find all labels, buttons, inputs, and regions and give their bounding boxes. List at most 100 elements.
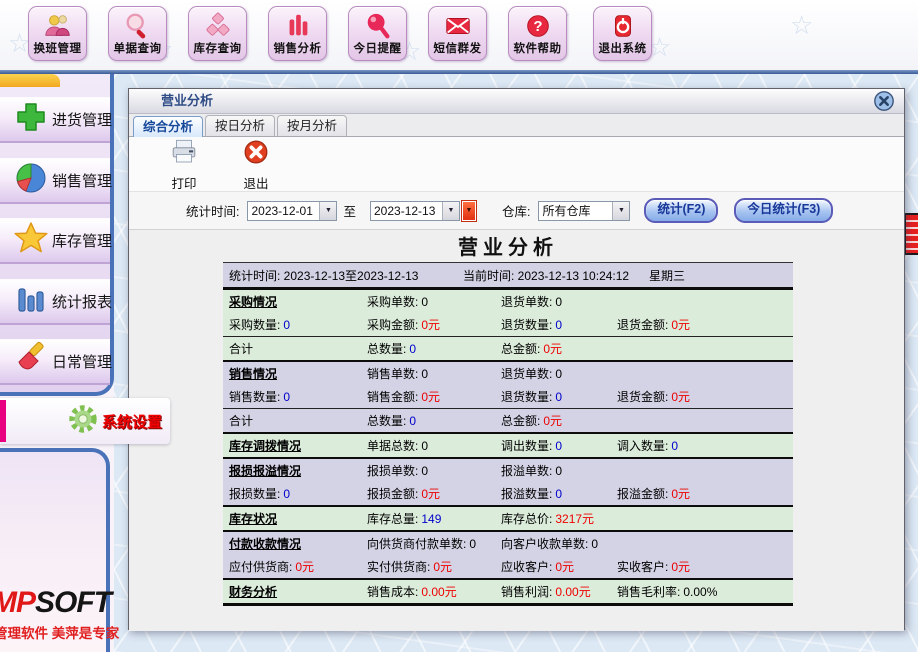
dialog-content: 营业分析 统计时间: 2023-12-13至2023-12-13 当前时间: 2…	[129, 230, 904, 631]
cell-value: 0元	[421, 388, 440, 405]
quit-button[interactable]: 退出	[225, 137, 287, 192]
sidebar-item-statistics-reports[interactable]: 统计报表	[0, 279, 110, 325]
cell-value: 0元	[543, 412, 562, 429]
svg-text:?: ?	[533, 18, 542, 35]
date-from-combo[interactable]: 2023-12-01 ▼	[247, 201, 337, 221]
toolbar-button-shift-management[interactable]: 换班管理	[28, 6, 87, 61]
cell-label: 合计	[229, 412, 253, 429]
tab-monthly-analysis[interactable]: 按月分析	[277, 115, 347, 136]
toolbar-button-sms-broadcast[interactable]: 短信群发	[428, 6, 487, 61]
warehouse-combo[interactable]: 所有仓库 ▼	[538, 201, 630, 221]
tab-daily-analysis[interactable]: 按日分析	[205, 115, 275, 136]
stat-time-label: 统计时间:	[186, 201, 239, 220]
report-period: 统计时间: 2023-12-13至2023-12-13	[223, 267, 463, 284]
stat-f2-button[interactable]: 统计(F2)	[644, 198, 718, 223]
toolbar-button-receipt-query[interactable]: 单据查询	[108, 6, 167, 61]
sidebar-item-sales-management[interactable]: 销售管理	[0, 158, 110, 204]
table-cell: 采购情况	[223, 293, 367, 310]
toolbar-button-software-help[interactable]: ?软件帮助	[508, 6, 567, 61]
report-weekday: 星期三	[649, 267, 793, 284]
cell-label: 采购金额:	[367, 316, 418, 333]
close-icon[interactable]	[873, 90, 895, 112]
cell-label: 总数量:	[367, 340, 406, 357]
table-cell: 实收客户:0元	[617, 558, 793, 575]
print-button[interactable]: 打印	[153, 137, 215, 192]
cell-value: 0	[421, 464, 428, 478]
cell-value: 0	[555, 295, 562, 309]
cell-label: 向供货商付款单数:	[367, 535, 466, 552]
chevron-down-icon[interactable]: ▼	[319, 202, 336, 220]
bars-icon	[283, 9, 313, 42]
toolbar-button-inventory-query[interactable]: 库存查询	[188, 6, 247, 61]
table-cell: 报损单数:0	[367, 462, 501, 479]
tool-button-label: 打印	[171, 173, 196, 192]
cell-label: 退货金额:	[617, 316, 668, 333]
sidebar-item-system-settings[interactable]: 系统设置	[0, 398, 170, 444]
date-dropdown-red-button[interactable]: ▼	[462, 201, 476, 221]
table-cell: 合计	[223, 340, 367, 357]
toolbar-button-label: 单据查询	[114, 42, 162, 57]
cell-label: 退货数量:	[501, 316, 552, 333]
table-row: 库存调拨情况单据总数:0调出数量:0调入数量:0	[223, 434, 793, 457]
cell-label: 退货金额:	[617, 388, 668, 405]
cell-label: 应收客户:	[501, 558, 552, 575]
cell-label: 总金额:	[501, 412, 540, 429]
sidebar-item-daily-management[interactable]: 日常管理	[0, 339, 110, 385]
cell-value: 0元	[555, 558, 574, 575]
table-cell: 应付供货商:0元	[223, 558, 367, 575]
brush-icon	[0, 341, 49, 382]
cell-label: 退货单数:	[501, 293, 552, 310]
dialog-tab-bar: 综合分析按日分析按月分析	[129, 114, 904, 137]
table-cell: 向供货商付款单数:0	[367, 535, 501, 552]
warehouse-value: 所有仓库	[539, 202, 612, 219]
table-cell: 总金额:0元	[501, 340, 617, 357]
table-row: 采购情况采购单数:0退货单数:0	[223, 290, 793, 313]
power-icon	[608, 9, 638, 42]
report-section: 付款收款情况向供货商付款单数:0向客户收款单数:0应付供货商:0元实付供货商:0…	[223, 532, 793, 580]
section-title: 库存调拨情况	[229, 437, 301, 454]
today-stat-f3-button[interactable]: 今日统计(F3)	[734, 198, 833, 223]
table-row: 销售数量:0销售金额:0元退货数量:0退货金额:0元	[223, 385, 793, 408]
sidebar-item-purchase-management[interactable]: 进货管理	[0, 97, 110, 143]
table-cell: 报损数量:0	[223, 485, 367, 502]
table-cell: 报溢金额:0元	[617, 485, 793, 502]
clipped-red-window-edge[interactable]	[904, 213, 918, 255]
magnifier-icon	[123, 9, 153, 42]
table-cell: 调入数量:0	[617, 437, 793, 454]
business-analysis-report: 营业分析 统计时间: 2023-12-13至2023-12-13 当前时间: 2…	[223, 234, 793, 606]
sidebar-item-inventory-management[interactable]: 库存管理	[0, 218, 110, 264]
section-title: 销售情况	[229, 365, 277, 382]
cell-label: 库存总价:	[501, 510, 552, 527]
cell-label: 报损金额:	[367, 485, 418, 502]
star-decoration: ☆	[790, 10, 813, 41]
report-header-row: 统计时间: 2023-12-13至2023-12-13 当前时间: 2023-1…	[223, 262, 793, 290]
cell-label: 向客户收款单数:	[501, 535, 588, 552]
table-row: 报损报溢情况报损单数:0报溢单数:0	[223, 459, 793, 482]
report-body: 采购情况采购单数:0退货单数:0采购数量:0采购金额:0元退货数量:0退货金额:…	[223, 290, 793, 606]
cell-value: 0	[555, 367, 562, 381]
tab-combined-analysis[interactable]: 综合分析	[133, 116, 203, 137]
cell-label: 报溢金额:	[617, 485, 668, 502]
date-to-combo[interactable]: 2023-12-13 ▼	[370, 201, 460, 221]
report-section: 财务分析销售成本:0.00元销售利润:0.00元销售毛利率:0.00%	[223, 580, 793, 606]
toolbar-button-sales-analysis[interactable]: 销售分析	[268, 6, 327, 61]
chevron-down-icon[interactable]: ▼	[612, 202, 629, 220]
cell-label: 报损数量:	[229, 485, 280, 502]
toolbar-button-exit-system[interactable]: 退出系统	[593, 6, 652, 61]
cell-value: 0	[555, 318, 562, 332]
cell-value: 0元	[295, 558, 314, 575]
table-cell: 报溢单数:0	[501, 462, 617, 479]
table-cell: 付款收款情况	[223, 535, 367, 552]
date-to-value: 2023-12-13	[371, 204, 442, 218]
cell-label: 应付供货商:	[229, 558, 292, 575]
chevron-down-icon[interactable]: ▼	[442, 202, 459, 220]
cell-value: 0.00%	[683, 585, 717, 599]
table-cell: 合计	[223, 412, 367, 429]
screen: ☆ ☆ ☆ ☆ ☆ ☆ ☆ 换班管理单据查询库存查询销售分析今日提醒短信群发?软…	[0, 0, 918, 652]
toolbar-button-label: 换班管理	[34, 42, 82, 57]
settings-accent-bar	[0, 400, 6, 442]
table-cell: 销售成本:0.00元	[367, 583, 501, 600]
table-cell: 退货金额:0元	[617, 316, 793, 333]
brand-logo-soft: SOFT	[35, 586, 111, 619]
toolbar-button-today-reminder[interactable]: 今日提醒	[348, 6, 407, 61]
